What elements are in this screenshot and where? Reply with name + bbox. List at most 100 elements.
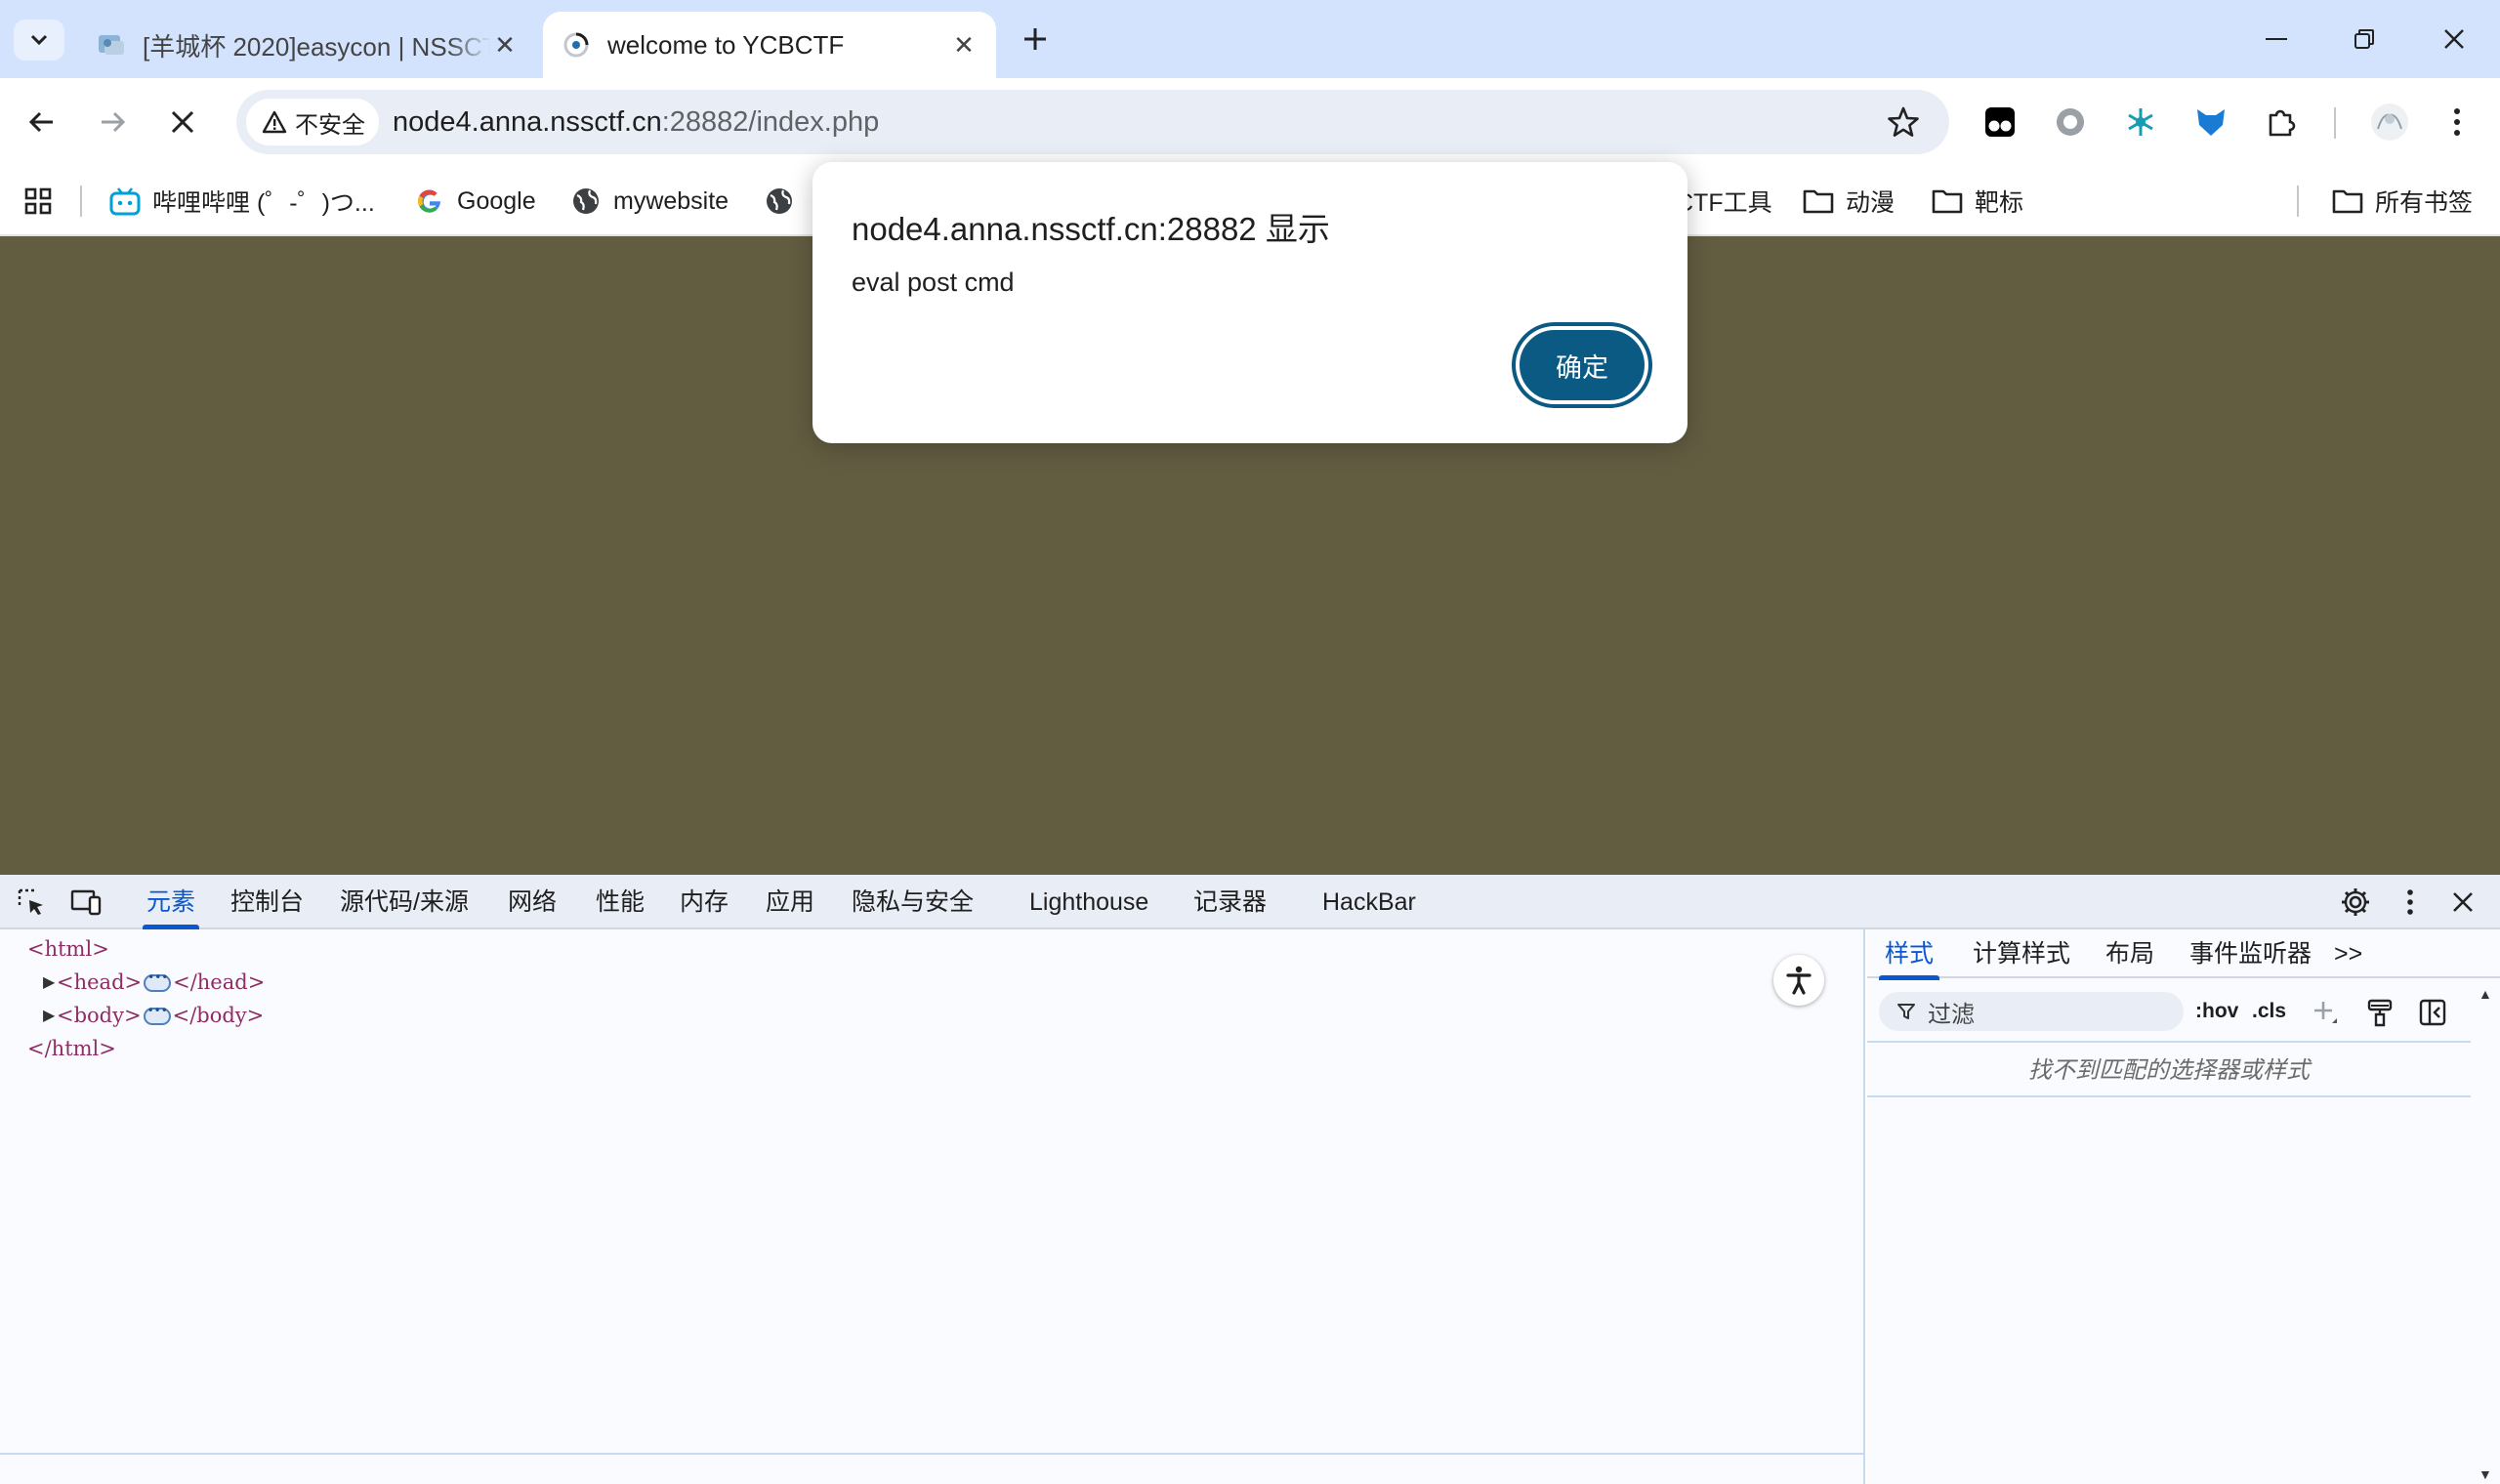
paint-brush-icon[interactable] [2363,996,2396,1029]
folder-icon [1932,186,1963,217]
extensions-puzzle-icon[interactable] [2262,103,2301,142]
device-toolbar-icon[interactable] [68,885,104,920]
dom-node-body[interactable]: ▶<body></body> [43,1004,264,1028]
tab-elements[interactable]: 元素 [142,875,200,929]
bookmark-google[interactable]: Google [414,180,536,223]
new-tab-button[interactable] [1016,20,1055,59]
bookmark-star-icon[interactable] [1887,105,1920,139]
toolbar-divider [2334,107,2336,139]
bookmark-divider [80,186,82,217]
bookmark-label: Google [457,186,536,215]
bookmark-label: 动漫 [1846,189,1896,217]
tab-search-button[interactable] [14,20,64,61]
tab-event-listeners[interactable]: 事件监听器 [2189,929,2312,978]
extension-fox-icon[interactable] [2191,103,2230,142]
extension-tampermonkey-icon[interactable] [1980,103,2020,142]
toggle-sidebar-icon[interactable] [2416,996,2449,1029]
tab-sources[interactable]: 源代码/来源 [340,875,469,929]
filter-icon [1897,1004,1915,1019]
tab-lighthouse[interactable]: Lighthouse [1029,875,1148,929]
profile-avatar[interactable] [2367,100,2412,144]
back-button[interactable] [20,100,64,144]
tab-title: [羊城杯 2020]easycon | NSSCTF [143,31,490,62]
url-path: :28882/index.php [661,106,880,138]
stop-loading-button[interactable] [160,100,205,144]
breadcrumb-divider [0,1453,1865,1455]
tab-privacy-security[interactable]: 隐私与安全 [852,875,974,929]
close-icon [171,110,194,134]
tab-styles[interactable]: 样式 [1878,929,1940,980]
tab-layout[interactable]: 布局 [2105,929,2154,978]
chevron-down-icon [30,34,48,46]
tab-memory[interactable]: 内存 [680,875,729,929]
toolbar: 不安全 node4.anna.nssctf.cn:28882/index.php [0,78,2500,166]
address-bar[interactable]: 不安全 node4.anna.nssctf.cn:28882/index.php [236,90,1949,154]
bookmark-folder-all[interactable]: 所有书签 [2332,180,2473,223]
tab-computed[interactable]: 计算样式 [1973,929,2070,978]
bookmark-label: 哔哩哔哩 (゜-゜)つ... [152,189,375,217]
tab-nssctf[interactable]: [羊城杯 2020]easycon | NSSCTF ✕ [78,12,537,78]
bookmark-globe-hidden[interactable] [764,180,807,223]
bookmark-folder-anime[interactable]: 动漫 [1803,180,1895,223]
collapsed-ellipsis-icon[interactable] [144,970,172,992]
more-tabs-button[interactable]: >> [2334,929,2362,978]
minimize-icon [2266,38,2287,40]
extension-snowflake-icon[interactable] [2121,103,2160,142]
globe-icon [764,186,795,217]
url-text[interactable]: node4.anna.nssctf.cn:28882/index.php [393,90,879,154]
elements-tree: <html> ▶<head></head> ▶<body></body> </h… [0,929,1865,1484]
close-devtools-icon[interactable] [2445,885,2480,920]
expand-triangle-icon[interactable]: ▶ [43,1006,55,1024]
more-vert-icon[interactable] [2393,885,2428,920]
tab-recorder[interactable]: 记录器 [1193,875,1267,929]
tab-application[interactable]: 应用 [766,875,814,929]
restore-button[interactable] [2330,12,2398,66]
inspect-element-icon[interactable] [14,885,49,920]
ok-button[interactable]: 确定 [1512,322,1652,408]
tab-ycbctf[interactable]: welcome to YCBCTF ✕ [543,12,996,78]
tab-hackbar[interactable]: HackBar [1322,875,1416,929]
browser-menu-button[interactable] [2438,103,2477,142]
alert-dialog: node4.anna.nssctf.cn:28882 显示 eval post … [812,162,1688,443]
accessibility-icon [1786,966,1812,995]
new-style-rule-icon[interactable] [2309,996,2342,1029]
class-toggle-button[interactable]: .cls [2252,994,2286,1029]
settings-gear-icon[interactable] [2338,885,2373,920]
bookmark-folder-targets[interactable]: 靶标 [1932,180,2023,223]
accessibility-tree-button[interactable] [1773,955,1824,1006]
url-host: node4.anna.nssctf.cn [393,106,662,138]
forward-button[interactable] [90,100,135,144]
extension-circle-icon[interactable] [2051,103,2090,142]
close-icon[interactable]: ✕ [949,30,979,60]
warning-icon [262,110,287,134]
dom-node-html-close[interactable]: </html> [27,1037,116,1060]
devtools-panel: 元素 控制台 源代码/来源 网络 性能 内存 应用 隐私与安全 Lighthou… [0,875,2500,1484]
bookmark-folder-ctf-tools[interactable]: CTF工具 [1676,180,1772,223]
styles-filter-input[interactable]: 过滤 [1879,992,2184,1031]
scroll-down-icon[interactable]: ▼ [2479,1466,2494,1482]
apps-grid-icon [24,187,52,215]
dom-node-html-open[interactable]: <html> [27,937,109,961]
security-chip[interactable]: 不安全 [246,99,379,145]
tab-performance[interactable]: 性能 [596,875,645,929]
close-icon[interactable]: ✕ [490,30,520,60]
scroll-up-icon[interactable]: ▲ [2479,986,2494,1002]
expand-triangle-icon[interactable]: ▶ [43,972,55,991]
tab-console[interactable]: 控制台 [230,875,304,929]
bookmark-bilibili[interactable]: 哔哩哔哩 (゜-゜)つ... [109,180,375,223]
minimize-button[interactable] [2242,12,2311,66]
bookmark-label: CTF工具 [1676,189,1772,217]
close-window-button[interactable] [2420,12,2488,66]
bookmark-divider [2297,186,2299,217]
bookmark-mywebsite[interactable]: mywebsite [570,180,729,223]
dom-node-head[interactable]: ▶<head></head> [43,970,265,995]
nssctf-favicon-icon [96,29,127,61]
hover-state-button[interactable]: :hov [2195,994,2238,1029]
bookmark-label: 所有书签 [2375,189,2474,217]
tab-network[interactable]: 网络 [508,875,557,929]
arrow-right-icon [102,111,126,133]
restore-icon [2354,29,2374,49]
collapsed-ellipsis-icon[interactable] [143,1004,171,1025]
apps-button[interactable] [23,180,53,223]
more-vert-icon [2454,108,2460,136]
